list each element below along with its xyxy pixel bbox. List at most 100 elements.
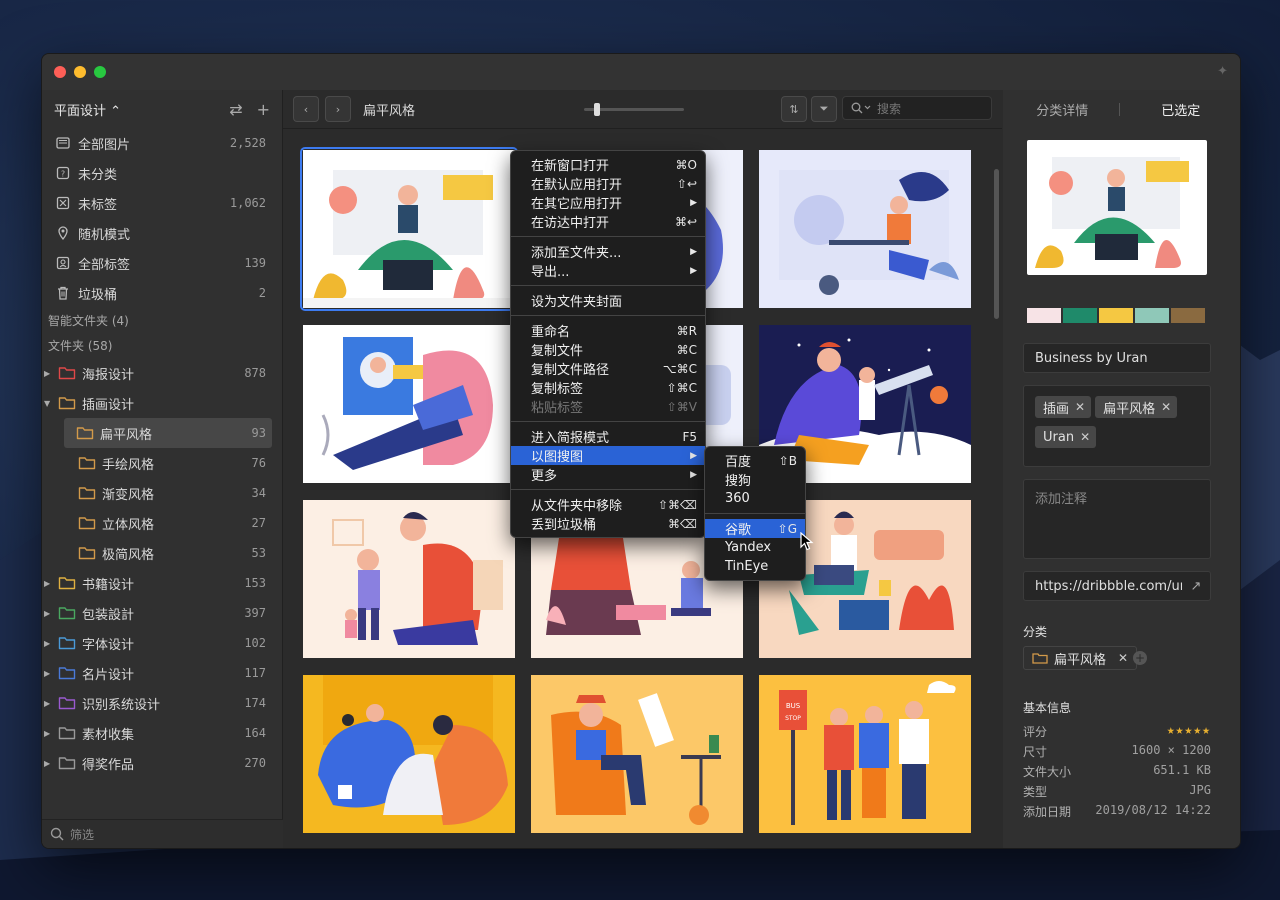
add-category-icon[interactable]: + — [1133, 651, 1147, 665]
remove-icon[interactable]: ✕ — [1161, 400, 1171, 414]
menu-item[interactable]: 百度 ⇧B — [705, 451, 805, 471]
chevron-right-icon[interactable]: ▶ — [44, 699, 54, 708]
chevron-right-icon[interactable]: ▶ — [44, 759, 54, 768]
folder-item[interactable]: ▼ 插画设计 — [42, 388, 282, 418]
add-icon[interactable]: + — [257, 100, 270, 119]
filter-button[interactable]: ⏷ — [811, 96, 837, 122]
search-input[interactable]: 搜索 — [842, 96, 992, 120]
image-thumbnail[interactable] — [303, 675, 515, 833]
folder-item[interactable]: 手绘风格 76 — [42, 448, 282, 478]
folder-item[interactable]: 极简风格 53 — [42, 538, 282, 568]
folder-item[interactable]: ▶ 书籍设计 153 — [42, 568, 282, 598]
chevron-right-icon[interactable]: ▶ — [44, 609, 54, 618]
image-thumbnail[interactable] — [531, 675, 743, 833]
chevron-right-icon[interactable]: ▶ — [44, 729, 54, 738]
sidebar-item[interactable]: 随机模式 — [42, 218, 282, 248]
chevron-right-icon[interactable]: ▶ — [44, 579, 54, 588]
menu-item[interactable]: 在默认应用打开 ⇧↩ — [511, 174, 705, 194]
tab-selected[interactable]: 已选定 — [1122, 100, 1241, 119]
menu-item[interactable]: 设为文件夹封面 — [511, 291, 705, 310]
pin-icon[interactable]: ✦ — [1217, 64, 1228, 79]
sidebar-item[interactable]: ? 未分类 — [42, 158, 282, 188]
image-thumbnail[interactable] — [759, 150, 971, 308]
open-link-icon[interactable]: ↗ — [1182, 579, 1210, 594]
folder-item[interactable]: 立体风格 27 — [42, 508, 282, 538]
chevron-right-icon[interactable]: ▶ — [44, 369, 54, 378]
color-swatch[interactable] — [1135, 308, 1169, 323]
menu-item[interactable]: 复制标签 ⇧⌘C — [511, 378, 705, 398]
close-button[interactable] — [54, 66, 66, 78]
color-swatch[interactable] — [1063, 308, 1097, 323]
folders-section[interactable]: 文件夹 (58) — [42, 333, 282, 358]
remove-icon[interactable]: ✕ — [1118, 651, 1128, 665]
remove-icon[interactable]: ✕ — [1080, 430, 1090, 444]
minimize-button[interactable] — [74, 66, 86, 78]
folder-item[interactable]: ▶ 得奖作品 270 — [42, 748, 282, 778]
title-field[interactable]: Business by Uran — [1023, 343, 1211, 373]
back-button[interactable]: ‹ — [293, 96, 319, 122]
chevron-down-icon[interactable]: ▼ — [44, 399, 54, 408]
menu-item[interactable]: 重命名 ⌘R — [511, 321, 705, 341]
menu-item[interactable]: 丢到垃圾桶 ⌘⌫ — [511, 514, 705, 534]
tags-field[interactable]: 插画 ✕ 扁平风格 ✕ Uran ✕ — [1023, 385, 1211, 467]
slider-thumb[interactable] — [594, 103, 600, 116]
folder-item[interactable]: ▶ 素材收集 164 — [42, 718, 282, 748]
tag-chip[interactable]: 插画 ✕ — [1035, 396, 1092, 418]
image-thumbnail[interactable] — [303, 150, 515, 308]
menu-item[interactable]: 在其它应用打开 ▶ — [511, 193, 705, 212]
grid-scrollbar[interactable] — [994, 169, 999, 319]
folder-item[interactable]: 扁平风格 93 — [64, 418, 272, 448]
folder-item[interactable]: ▶ 包装設計 397 — [42, 598, 282, 628]
folder-item[interactable]: ▶ 识别系统设计 174 — [42, 688, 282, 718]
menu-item[interactable]: 谷歌 ⇧G — [705, 519, 805, 538]
sidebar-item[interactable]: 垃圾桶 2 — [42, 278, 282, 308]
menu-item[interactable]: TinEye — [705, 557, 805, 576]
menu-item[interactable]: 以图搜图 ▶ — [511, 446, 705, 465]
color-swatch[interactable] — [1027, 308, 1061, 323]
rating-stars[interactable]: ★★★★★ — [1167, 723, 1211, 740]
menu-item[interactable]: 复制文件路径 ⌥⌘C — [511, 359, 705, 379]
image-thumbnail[interactable] — [303, 325, 515, 483]
note-field[interactable]: 添加注释 — [1023, 479, 1211, 559]
sidebar-item[interactable]: 全部标签 139 — [42, 248, 282, 278]
folder-item[interactable]: ▶ 名片设计 117 — [42, 658, 282, 688]
zoom-button[interactable] — [94, 66, 106, 78]
chevron-right-icon[interactable]: ▶ — [44, 639, 54, 648]
menu-item[interactable]: 进入简报模式 F5 — [511, 427, 705, 447]
zoom-slider[interactable] — [584, 103, 684, 116]
folder-item[interactable]: ▶ 字体设计 102 — [42, 628, 282, 658]
menu-item[interactable]: 搜狗 — [705, 470, 805, 489]
library-selector[interactable]: 平面设计 ⌃ — [54, 100, 215, 119]
chevron-right-icon[interactable]: ▶ — [44, 669, 54, 678]
menu-item[interactable]: 在新窗口打开 ⌘O — [511, 155, 705, 175]
menu-item[interactable]: 更多 ▶ — [511, 465, 705, 484]
image-thumbnail[interactable] — [303, 500, 515, 658]
tag-chip[interactable]: Uran ✕ — [1035, 426, 1097, 448]
color-swatch[interactable] — [1099, 308, 1133, 323]
remove-icon[interactable]: ✕ — [1075, 400, 1085, 414]
menu-item[interactable]: 360 — [705, 489, 805, 508]
menu-item[interactable]: 在访达中打开 ⌘↩ — [511, 212, 705, 232]
swap-icon[interactable]: ⇄ — [229, 100, 242, 119]
menu-item[interactable]: 复制文件 ⌘C — [511, 340, 705, 360]
filter-input[interactable]: 筛选 — [42, 819, 290, 848]
forward-button[interactable]: › — [325, 96, 351, 122]
tab-divider — [1119, 103, 1120, 116]
tag-chip[interactable]: 扁平风格 ✕ — [1095, 396, 1178, 418]
menu-item[interactable]: 粘贴标签 ⇧⌘V — [511, 397, 705, 417]
menu-item[interactable]: 导出... ▶ — [511, 261, 705, 280]
sidebar-item[interactable]: 全部图片 2,528 — [42, 128, 282, 158]
image-thumbnail[interactable]: BUS STOP — [759, 675, 971, 833]
sidebar-item[interactable]: 未标签 1,062 — [42, 188, 282, 218]
menu-item[interactable]: Yandex — [705, 538, 805, 557]
category-chip[interactable]: 扁平风格 ✕ — [1023, 646, 1138, 670]
url-field[interactable]: https://dribbble.com/ur ↗ — [1023, 571, 1211, 601]
smart-folders-section[interactable]: 智能文件夹 (4) — [42, 308, 282, 333]
folder-item[interactable]: ▶ 海报设计 878 — [42, 358, 282, 388]
menu-item[interactable]: 添加至文件夹... ▶ — [511, 242, 705, 261]
menu-item[interactable]: 从文件夹中移除 ⇧⌘⌫ — [511, 495, 705, 515]
color-swatch[interactable] — [1171, 308, 1205, 323]
sort-button[interactable]: ⇅ — [781, 96, 807, 122]
folder-item[interactable]: 渐变风格 34 — [42, 478, 282, 508]
tab-category-details[interactable]: 分类详情 — [1003, 100, 1122, 119]
